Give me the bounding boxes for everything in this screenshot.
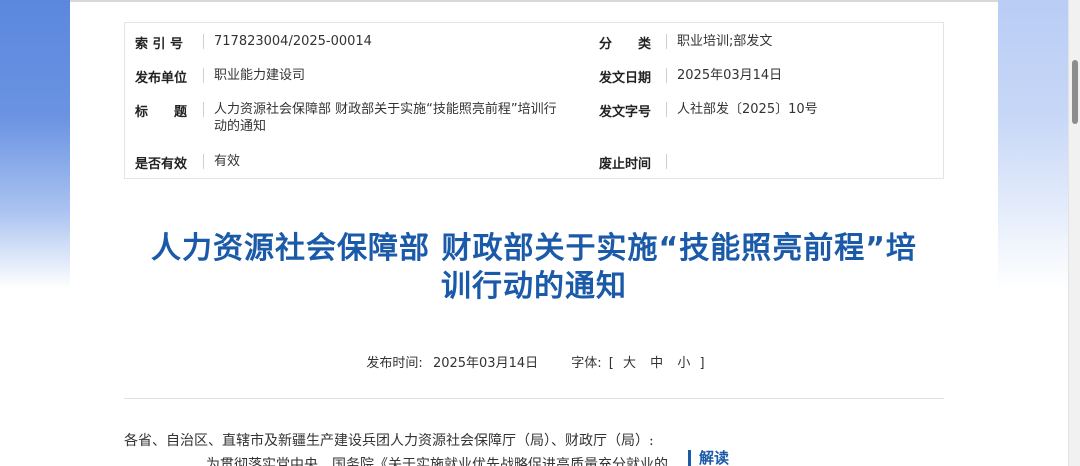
category-value: 职业培训;部发文 — [677, 34, 773, 49]
article-salutation: 各省、自治区、直辖市及新疆生产建设兵团人力资源社会保障厅（局）、财政厅（局）: — [124, 433, 654, 449]
page-background-right — [998, 0, 1068, 466]
font-size-large-button[interactable]: 大 — [621, 356, 638, 371]
vertical-scrollbar[interactable] — [1068, 0, 1080, 466]
article-title: 人力资源社会保障部 财政部关于实施“技能照亮前程”培 训行动的通知 — [130, 230, 938, 306]
font-bracket-close: ] — [699, 356, 705, 371]
issue-date-value: 2025年03月14日 — [677, 68, 783, 83]
title-value: 人力资源社会保障部 财政部关于实施“技能照亮前程”培训行 动的通知 — [214, 101, 594, 135]
article-title-line-2: 训行动的通知 — [441, 269, 627, 304]
issue-date-label: 发文日期 — [599, 71, 652, 86]
meta-separator — [666, 34, 667, 49]
index-value: 717823004/2025-00014 — [214, 34, 372, 49]
title-value-line-1: 人力资源社会保障部 财政部关于实施“技能照亮前程”培训行 — [214, 102, 557, 117]
article-page: 索 引 号 717823004/2025-00014 分 类 职业培训;部发文 … — [70, 0, 998, 466]
meta-separator — [666, 68, 667, 83]
meta-separator — [203, 102, 204, 117]
abolish-date-label: 废止时间 — [599, 157, 652, 172]
title-value-line-2: 动的通知 — [214, 119, 267, 134]
interpretation-link[interactable]: 解读 — [688, 450, 729, 466]
doc-number-value: 人社部发〔2025〕10号 — [677, 102, 818, 117]
validity-label: 是否有效 — [135, 157, 188, 172]
doc-number-label: 发文字号 — [599, 105, 652, 120]
font-size-label: 字体: — [571, 356, 602, 371]
meta-separator — [666, 102, 667, 117]
publish-time-value: 2025年03月14日 — [432, 356, 539, 371]
page-top-border — [70, 0, 998, 2]
meta-separator — [203, 68, 204, 83]
article-body-paragraph: 为贯彻落实党中央、国务院《关于实施就业优先战略促进高质量充分就业的意 — [206, 457, 668, 466]
publish-time-label: 发布时间: — [366, 356, 423, 371]
font-size-medium-button[interactable]: 中 — [648, 356, 665, 371]
category-label: 分 类 — [599, 37, 652, 52]
title-label: 标 题 — [135, 105, 188, 120]
font-bracket-open: [ — [608, 356, 614, 371]
issuer-label: 发布单位 — [135, 71, 188, 86]
article-title-line-1: 人力资源社会保障部 财政部关于实施“技能照亮前程”培 — [151, 231, 917, 266]
scrollbar-thumb[interactable] — [1072, 60, 1078, 124]
content-divider — [124, 398, 944, 399]
meta-separator — [203, 154, 204, 169]
page-background-left — [0, 0, 70, 466]
index-label: 索 引 号 — [135, 37, 184, 52]
font-size-small-button[interactable]: 小 — [675, 356, 692, 371]
publish-info-bar: 发布时间: 2025年03月14日 字体: [ 大 中 小 ] — [70, 352, 998, 371]
document-metadata-table: 索 引 号 717823004/2025-00014 分 类 职业培训;部发文 … — [124, 22, 944, 179]
validity-value: 有效 — [214, 154, 241, 169]
issuer-value: 职业能力建设司 — [214, 68, 306, 83]
meta-separator — [203, 34, 204, 49]
meta-separator — [666, 154, 667, 169]
